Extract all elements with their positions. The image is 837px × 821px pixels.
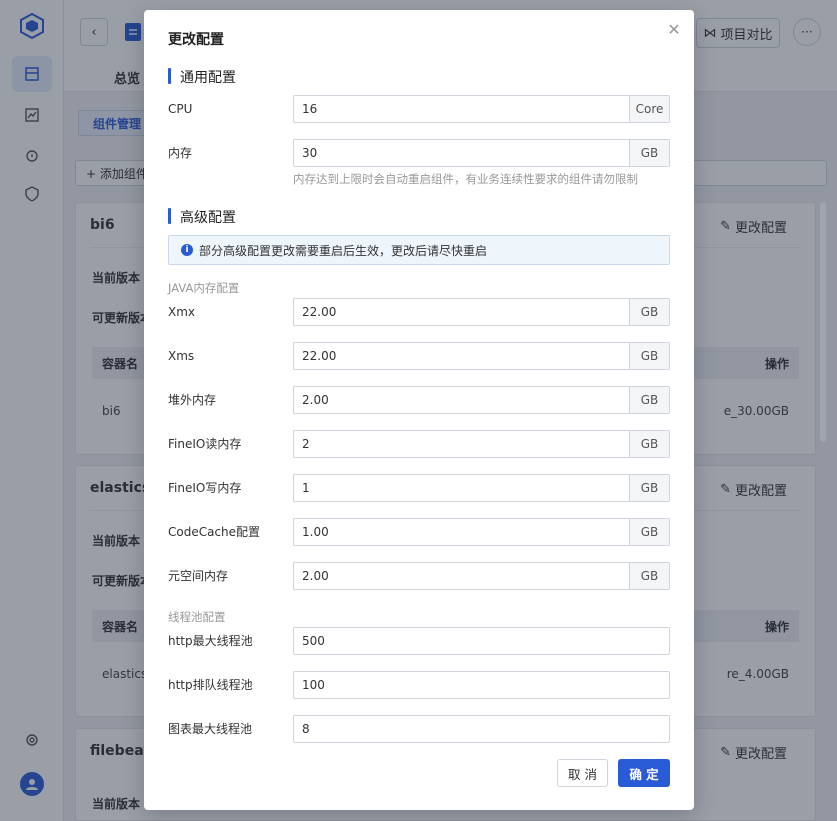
fineio-write-label: FineIO写内存 [168, 481, 242, 495]
offheap-label: 堆外内存 [168, 393, 217, 407]
fineio-write-value: 1 [302, 481, 310, 495]
general-section-title: 通用配置 [168, 67, 236, 87]
thread-group-label: 线程池配置 [168, 610, 226, 624]
http-max-value: 500 [302, 634, 325, 648]
metaspace-input[interactable]: 2.00 GB [293, 562, 670, 590]
cpu-label: CPU [168, 102, 193, 116]
http-queue-label: http排队线程池 [168, 678, 253, 692]
chart-max-value: 8 [302, 722, 310, 736]
close-icon[interactable]: ✕ [666, 22, 682, 38]
info-text: 部分高级配置更改需要重启后生效，更改后请尽快重启 [199, 243, 488, 258]
xms-input[interactable]: 22.00 GB [293, 342, 670, 370]
codecache-unit: GB [629, 519, 669, 545]
xms-unit: GB [629, 343, 669, 369]
metaspace-unit: GB [629, 563, 669, 589]
advanced-section-title: 高级配置 [168, 207, 236, 227]
memory-input[interactable]: 30 GB [293, 139, 670, 167]
fineio-write-unit: GB [629, 475, 669, 501]
memory-label: 内存 [168, 146, 193, 160]
http-queue-value: 100 [302, 678, 325, 692]
cpu-unit: Core [629, 96, 669, 122]
xmx-label: Xmx [168, 305, 196, 319]
memory-hint: 内存达到上限时会自动重启组件，有业务连续性要求的组件请勿限制 [293, 172, 638, 186]
cpu-input[interactable]: 16 Core [293, 95, 670, 123]
codecache-label: CodeCache配置 [168, 525, 261, 539]
xmx-unit: GB [629, 299, 669, 325]
cpu-value: 16 [302, 102, 318, 116]
xmx-input[interactable]: 22.00 GB [293, 298, 670, 326]
fineio-read-value: 2 [302, 437, 310, 451]
scrollbar[interactable] [820, 202, 826, 442]
memory-value: 30 [302, 146, 318, 160]
cancel-button[interactable]: 取 消 [557, 759, 608, 787]
modal-title: 更改配置 [168, 32, 224, 48]
info-icon: i [181, 244, 193, 256]
info-banner: i 部分高级配置更改需要重启后生效，更改后请尽快重启 [168, 235, 670, 265]
xms-value: 22.00 [302, 349, 337, 363]
java-group-label: JAVA内存配置 [168, 281, 240, 295]
codecache-value: 1.00 [302, 525, 329, 539]
offheap-input[interactable]: 2.00 GB [293, 386, 670, 414]
chart-max-label: 图表最大线程池 [168, 722, 253, 736]
offheap-value: 2.00 [302, 393, 329, 407]
confirm-button[interactable]: 确 定 [618, 759, 670, 787]
config-modal: 更改配置 ✕ 通用配置 CPU 16 Core 内存 30 GB 内存达到上限时… [144, 10, 694, 810]
fineio-read-unit: GB [629, 431, 669, 457]
chart-max-input[interactable]: 8 [293, 715, 670, 743]
http-max-label: http最大线程池 [168, 634, 253, 648]
codecache-input[interactable]: 1.00 GB [293, 518, 670, 546]
fineio-read-label: FineIO读内存 [168, 437, 242, 451]
http-queue-input[interactable]: 100 [293, 671, 670, 699]
offheap-unit: GB [629, 387, 669, 413]
xms-label: Xms [168, 349, 195, 363]
xmx-value: 22.00 [302, 305, 337, 319]
memory-unit: GB [629, 140, 669, 166]
metaspace-value: 2.00 [302, 569, 329, 583]
http-max-input[interactable]: 500 [293, 627, 670, 655]
metaspace-label: 元空间内存 [168, 569, 229, 583]
fineio-write-input[interactable]: 1 GB [293, 474, 670, 502]
fineio-read-input[interactable]: 2 GB [293, 430, 670, 458]
